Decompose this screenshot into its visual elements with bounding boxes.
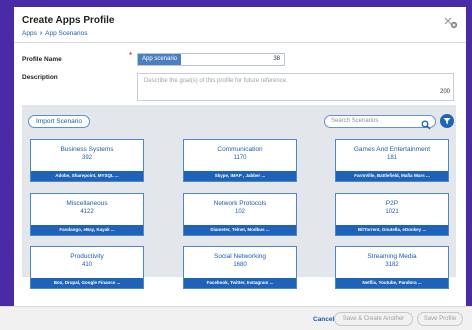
breadcrumb-current: App Scenarios — [45, 30, 88, 37]
close-icon[interactable] — [442, 13, 458, 29]
create-apps-profile-dialog: Create Apps Profile Apps › App Scenarios… — [14, 7, 466, 306]
chevron-right-icon: › — [39, 30, 43, 37]
scenario-card-miscellaneous[interactable]: Miscellaneous 4122 Fandango, eBay, Kayak… — [30, 193, 144, 236]
breadcrumb-apps-link[interactable]: Apps — [22, 30, 37, 37]
scenario-name: Miscellaneous — [66, 200, 108, 207]
scenario-apps: Diameter, Telnet, Modbus ... — [184, 225, 296, 235]
description-label: Description — [22, 74, 58, 81]
scenario-count: 1680 — [233, 262, 247, 268]
background-band-top — [0, 0, 472, 7]
scenario-apps: Box, Drupal, Google Finance ... — [31, 278, 143, 288]
breadcrumb: Apps › App Scenarios — [22, 30, 87, 37]
scenario-card-network-protocols[interactable]: Network Protocols 102 Diameter, Telnet, … — [183, 193, 297, 236]
search-icon[interactable] — [421, 117, 431, 130]
dialog-footer: Cancel Save & Create Another Save Profil… — [0, 306, 472, 330]
filter-icon[interactable] — [440, 114, 454, 128]
scenario-name: P2P — [385, 200, 399, 207]
background-band-right — [466, 0, 472, 306]
scenario-card-p2p[interactable]: P2P 1021 BitTorrent, Gnutella, eDonkey .… — [335, 193, 449, 236]
scenario-name: Network Protocols — [213, 200, 267, 207]
scenario-count: 102 — [234, 209, 245, 215]
profile-name-value: App scenario — [138, 54, 182, 65]
scenario-count: 1170 — [233, 155, 247, 161]
description-textarea[interactable]: Describe the goal(s) of this profile for… — [137, 73, 454, 101]
scenario-apps: Fandango, eBay, Kayak ... — [31, 225, 143, 235]
scenario-apps: FarmVille, Battlefield, Mafia Wars ... — [336, 171, 448, 181]
scenario-apps: Facebook, Twitter, Instagram ... — [184, 278, 296, 288]
scenario-card-productivity[interactable]: Productivity 410 Box, Drupal, Google Fin… — [30, 246, 144, 289]
dialog-title: Create Apps Profile — [22, 15, 115, 26]
scenario-card-social-networking[interactable]: Social Networking 1680 Facebook, Twitter… — [183, 246, 297, 289]
scenario-card-communication[interactable]: Communication 1170 Skype, IMAP , Jabber … — [183, 139, 297, 182]
import-scenario-button[interactable]: Import Scenario — [28, 115, 90, 128]
scenario-name: Communication — [217, 146, 263, 153]
scenario-name: Games And Entertainment — [353, 146, 431, 153]
scenario-name: Productivity — [70, 253, 104, 260]
scenario-name: Streaming Media — [367, 253, 417, 260]
scenario-card-business-systems[interactable]: Business Systems 392 Adobe, Sharepoint, … — [30, 139, 144, 182]
scenario-count: 392 — [81, 155, 92, 161]
profile-name-input[interactable]: App scenario 38 — [137, 53, 285, 66]
required-marker: * — [129, 51, 133, 60]
scenario-count: 1021 — [385, 209, 399, 215]
header-divider — [14, 42, 466, 43]
scenario-name: Business Systems — [60, 146, 114, 153]
search-scenarios-input[interactable]: Search Scenarios — [324, 115, 436, 130]
description-placeholder: Describe the goal(s) of this profile for… — [144, 78, 288, 84]
scenario-apps: Skype, IMAP , Jabber ... — [184, 171, 296, 181]
search-placeholder: Search Scenarios — [331, 118, 379, 124]
save-and-create-another-button[interactable]: Save & Create Another — [334, 312, 413, 326]
scenario-apps: Netflix, Youtube, Pandora ... — [336, 278, 448, 288]
profile-name-label: Profile Name — [22, 56, 62, 63]
scenario-apps: BitTorrent, Gnutella, eDonkey ... — [336, 225, 448, 235]
scenario-panel: Import Scenario Search Scenarios Busines… — [22, 105, 456, 289]
description-char-count: 200 — [439, 89, 450, 95]
scenario-count: 181 — [386, 155, 397, 161]
scenario-apps: Adobe, Sharepoint, MYSQL ... — [31, 171, 143, 181]
scenario-card-games-and-entertainment[interactable]: Games And Entertainment 181 FarmVille, B… — [335, 139, 449, 182]
scenario-count: 410 — [81, 262, 92, 268]
scenario-name: Social Networking — [213, 253, 267, 260]
scenario-count: 4122 — [80, 209, 94, 215]
profile-name-char-count: 38 — [273, 56, 280, 62]
scenario-count: 3182 — [385, 262, 399, 268]
cancel-button[interactable]: Cancel — [313, 316, 334, 323]
scenario-card-streaming-media[interactable]: Streaming Media 3182 Netflix, Youtube, P… — [335, 246, 449, 289]
save-profile-button[interactable]: Save Profile — [417, 312, 463, 326]
